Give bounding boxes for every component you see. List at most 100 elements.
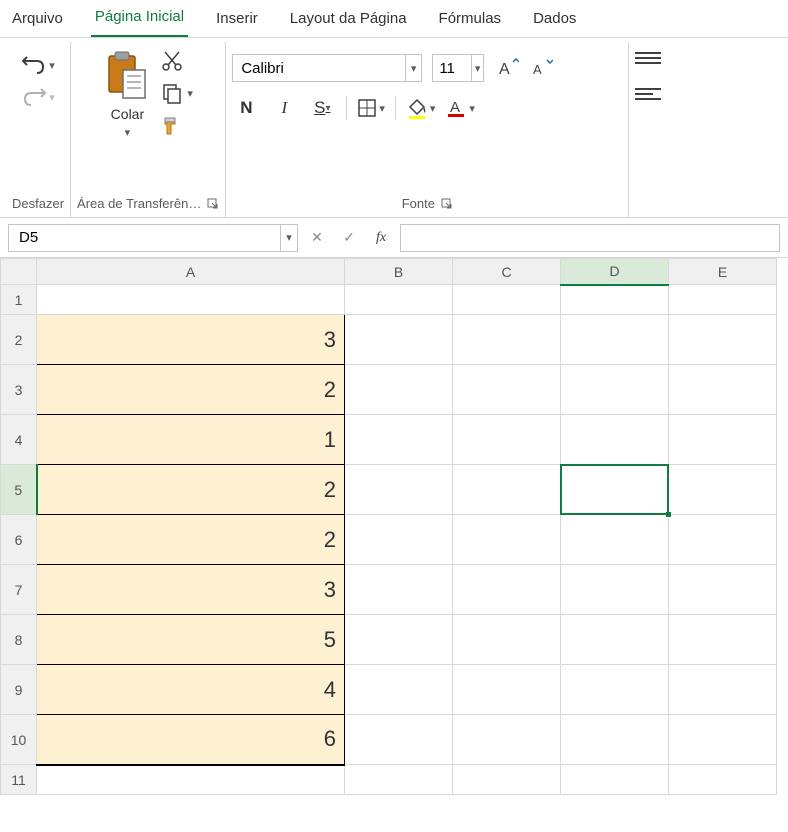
cell-B5[interactable]: [345, 465, 453, 515]
cell-C2[interactable]: [453, 315, 561, 365]
cell-A6[interactable]: 2: [37, 515, 345, 565]
cell-B6[interactable]: [345, 515, 453, 565]
font-size-input[interactable]: [433, 56, 471, 81]
cell-B9[interactable]: [345, 665, 453, 715]
cell-B7[interactable]: [345, 565, 453, 615]
align-left-button[interactable]: [635, 88, 661, 100]
cell-A7[interactable]: 3: [37, 565, 345, 615]
chevron-down-icon[interactable]: ▾: [280, 225, 297, 251]
borders-button[interactable]: ▾: [357, 98, 385, 118]
cell-E9[interactable]: [669, 665, 777, 715]
cell-B11[interactable]: [345, 765, 453, 795]
row-header-9[interactable]: 9: [1, 665, 37, 715]
cell-C6[interactable]: [453, 515, 561, 565]
cell-E3[interactable]: [669, 365, 777, 415]
cell-E7[interactable]: [669, 565, 777, 615]
font-color-button[interactable]: A ▾: [445, 97, 475, 119]
tab-layout[interactable]: Layout da Página: [286, 2, 411, 37]
copy-button[interactable]: ▾: [161, 82, 193, 104]
cell-C11[interactable]: [453, 765, 561, 795]
cell-B3[interactable]: [345, 365, 453, 415]
cell-B2[interactable]: [345, 315, 453, 365]
column-header-A[interactable]: A: [37, 259, 345, 285]
row-header-5[interactable]: 5: [1, 465, 37, 515]
cell-D2[interactable]: [561, 315, 669, 365]
cell-B4[interactable]: [345, 415, 453, 465]
cell-B10[interactable]: [345, 715, 453, 765]
tab-dados[interactable]: Dados: [529, 2, 580, 37]
cell-E5[interactable]: [669, 465, 777, 515]
cell-C3[interactable]: [453, 365, 561, 415]
cell-D9[interactable]: [561, 665, 669, 715]
cell-C8[interactable]: [453, 615, 561, 665]
cell-E2[interactable]: [669, 315, 777, 365]
cell-D7[interactable]: [561, 565, 669, 615]
cell-A4[interactable]: 1: [37, 415, 345, 465]
cancel-formula-button[interactable]: ✕: [304, 225, 330, 251]
underline-button[interactable]: S ▾: [308, 94, 336, 122]
cell-D1[interactable]: [561, 285, 669, 315]
fill-color-button[interactable]: ▾: [406, 97, 436, 119]
cell-B8[interactable]: [345, 615, 453, 665]
bold-button[interactable]: N: [232, 94, 260, 122]
cell-C4[interactable]: [453, 415, 561, 465]
column-header-C[interactable]: C: [453, 259, 561, 285]
select-all-corner[interactable]: [1, 259, 37, 285]
cell-D3[interactable]: [561, 365, 669, 415]
name-box[interactable]: ▾: [8, 224, 298, 252]
cell-D4[interactable]: [561, 415, 669, 465]
cell-E4[interactable]: [669, 415, 777, 465]
row-header-2[interactable]: 2: [1, 315, 37, 365]
cell-D11[interactable]: [561, 765, 669, 795]
dialog-launcher-icon[interactable]: [207, 198, 219, 210]
chevron-down-icon[interactable]: ▾: [471, 55, 483, 81]
tab-arquivo[interactable]: Arquivo: [8, 2, 67, 37]
align-top-button[interactable]: [635, 52, 661, 64]
cell-A10[interactable]: 6: [37, 715, 345, 765]
cell-E8[interactable]: [669, 615, 777, 665]
cell-E11[interactable]: [669, 765, 777, 795]
font-name-input[interactable]: [233, 56, 405, 81]
cell-D5[interactable]: [561, 465, 669, 515]
row-header-7[interactable]: 7: [1, 565, 37, 615]
increase-font-button[interactable]: A: [494, 54, 522, 82]
column-header-B[interactable]: B: [345, 259, 453, 285]
row-header-8[interactable]: 8: [1, 615, 37, 665]
column-header-E[interactable]: E: [669, 259, 777, 285]
cell-D10[interactable]: [561, 715, 669, 765]
cell-C1[interactable]: [453, 285, 561, 315]
cell-E6[interactable]: [669, 515, 777, 565]
cell-C5[interactable]: [453, 465, 561, 515]
cell-B1[interactable]: [345, 285, 453, 315]
cell-C9[interactable]: [453, 665, 561, 715]
cell-E10[interactable]: [669, 715, 777, 765]
cell-A5[interactable]: 2: [37, 465, 345, 515]
cell-A2[interactable]: 3: [37, 315, 345, 365]
name-box-input[interactable]: [9, 225, 280, 250]
cell-A1[interactable]: [37, 285, 345, 315]
formula-input-container[interactable]: [400, 224, 780, 252]
tab-inserir[interactable]: Inserir: [212, 2, 262, 37]
decrease-font-button[interactable]: A: [528, 54, 556, 82]
row-header-3[interactable]: 3: [1, 365, 37, 415]
cell-C10[interactable]: [453, 715, 561, 765]
dialog-launcher-icon[interactable]: [441, 198, 453, 210]
column-header-D[interactable]: D: [561, 259, 669, 285]
font-size-select[interactable]: ▾: [432, 54, 484, 82]
insert-function-button[interactable]: fx: [368, 225, 394, 251]
redo-button[interactable]: ▾: [19, 84, 57, 110]
tab-pagina-inicial[interactable]: Página Inicial: [91, 0, 188, 37]
cut-button[interactable]: [161, 50, 183, 72]
row-header-10[interactable]: 10: [1, 715, 37, 765]
paste-button[interactable]: Colar ▾: [103, 50, 151, 139]
row-header-1[interactable]: 1: [1, 285, 37, 315]
tab-formulas[interactable]: Fórmulas: [435, 2, 506, 37]
format-painter-button[interactable]: [161, 114, 185, 138]
cell-C7[interactable]: [453, 565, 561, 615]
enter-formula-button[interactable]: ✓: [336, 225, 362, 251]
cell-E1[interactable]: [669, 285, 777, 315]
fill-handle[interactable]: [665, 511, 672, 518]
font-name-select[interactable]: ▾: [232, 54, 422, 82]
undo-button[interactable]: ▾: [19, 52, 57, 78]
cell-A8[interactable]: 5: [37, 615, 345, 665]
